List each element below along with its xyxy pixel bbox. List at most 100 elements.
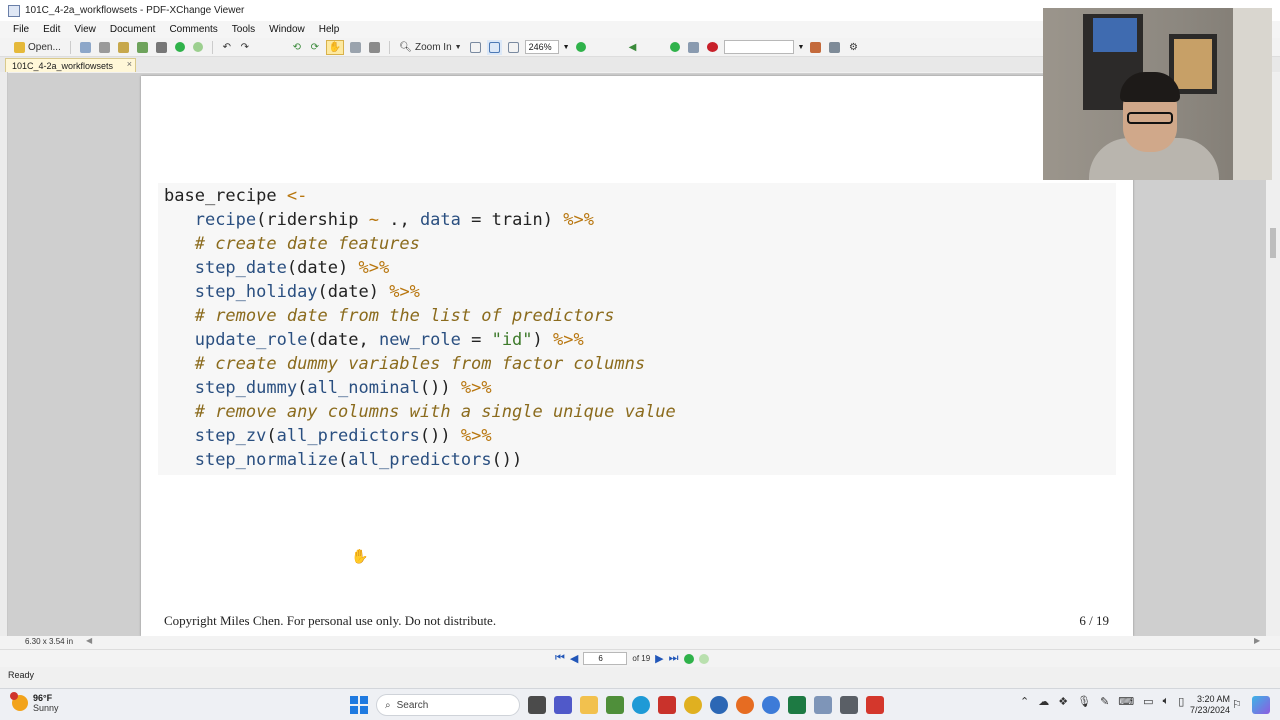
pdf-page[interactable]: base_recipe <- recipe(ridership ~ ., dat…	[141, 76, 1133, 636]
taskbar-clock[interactable]: 3:20 AM 7/23/2024	[1190, 694, 1230, 716]
acrobat-icon[interactable]	[658, 696, 676, 714]
current-page-input[interactable]: 6	[583, 652, 628, 665]
snapshot-button[interactable]	[367, 40, 382, 55]
weather-widget[interactable]: 96°F Sunny	[10, 692, 59, 713]
windows-start-icon[interactable]	[350, 696, 368, 714]
r-icon[interactable]	[710, 696, 728, 714]
properties-button[interactable]	[154, 40, 169, 55]
find-button[interactable]	[808, 40, 823, 55]
sign-button[interactable]	[686, 40, 701, 55]
undo-button[interactable]: ↶	[220, 40, 234, 55]
left-panel-strip[interactable]	[0, 72, 8, 662]
forward-view-icon[interactable]	[683, 653, 694, 664]
document-tab[interactable]: 101C_4-2a_workflowsets ×	[5, 58, 137, 72]
chevron-down-icon[interactable]: ▼	[563, 44, 570, 51]
scrollbar-thumb[interactable]	[1270, 228, 1276, 258]
webcam-person-glasses	[1127, 112, 1173, 124]
volume-icon[interactable]: 🔈︎	[1163, 695, 1170, 708]
actual-size-button[interactable]	[468, 40, 483, 55]
menu-file[interactable]: File	[13, 24, 29, 35]
rotate-left-button[interactable]: ⟲	[290, 40, 304, 55]
copilot-icon[interactable]	[1252, 696, 1270, 714]
firefox-icon[interactable]	[736, 696, 754, 714]
tab-close-icon[interactable]: ×	[127, 59, 132, 69]
zoom-go-button[interactable]	[574, 40, 588, 55]
page-footer-number: 6 / 19	[1079, 613, 1109, 628]
code-comment: # create dummy variables from factor col…	[194, 354, 646, 374]
pen-icon[interactable]: ✎	[1100, 695, 1109, 708]
notification-icon[interactable]: ⚐	[1232, 698, 1242, 711]
taskbar-search[interactable]: ⌕ Search	[376, 694, 520, 716]
onedrive-icon[interactable]: ☁	[1038, 695, 1049, 708]
rotate-right-icon: ⟳	[310, 41, 319, 53]
settings-button[interactable]: ⚙	[846, 40, 860, 55]
stamp-button[interactable]	[705, 40, 720, 55]
zoom-in-button[interactable]: 🔍︎ Zoom In ▼	[397, 40, 463, 55]
redo-icon: ↷	[240, 41, 249, 53]
sign-icon	[687, 41, 699, 53]
chevron-up-icon[interactable]: ⌃	[1020, 695, 1029, 708]
menu-edit[interactable]: Edit	[43, 24, 60, 35]
code-text: =	[460, 330, 492, 350]
zoom-level-field[interactable]: 246%	[524, 40, 559, 54]
menu-view[interactable]: View	[74, 24, 96, 35]
scroll-right-icon[interactable]: ▶	[1254, 636, 1260, 645]
notepad-icon[interactable]	[606, 696, 624, 714]
open-button[interactable]: Open...	[12, 40, 63, 55]
last-page-icon[interactable]: ⏭	[669, 652, 679, 665]
back-view-icon[interactable]	[698, 653, 709, 664]
fit-width-button[interactable]	[506, 40, 521, 55]
microphone-icon[interactable]: 🎙︎	[1077, 695, 1091, 708]
code-text: ())	[419, 426, 461, 446]
task-view-icon[interactable]	[528, 696, 546, 714]
find-field[interactable]	[723, 40, 794, 54]
stop-button[interactable]	[191, 40, 205, 55]
calculator-icon[interactable]	[840, 696, 858, 714]
code-line: step_zv(all_predictors()) %>%	[164, 426, 492, 446]
file-explorer-icon[interactable]	[580, 696, 598, 714]
edge-icon[interactable]	[632, 696, 650, 714]
forward-green-button[interactable]	[173, 40, 187, 55]
fit-page-button[interactable]	[486, 39, 502, 55]
code-operator: ~	[368, 210, 379, 230]
menu-comments[interactable]: Comments	[169, 24, 217, 35]
email-button[interactable]	[116, 40, 131, 55]
menu-help[interactable]: Help	[319, 24, 340, 35]
find-next-button[interactable]	[827, 40, 842, 55]
code-line: recipe(ridership ~ ., data = train) %>%	[164, 210, 594, 230]
chrome-icon[interactable]	[684, 696, 702, 714]
scan-button[interactable]	[135, 40, 150, 55]
code-text: (date,	[307, 330, 379, 350]
previous-page-icon[interactable]: ◀	[570, 652, 578, 665]
hand-tool-button[interactable]: ✋	[325, 39, 345, 55]
next-page-icon[interactable]: ▶	[655, 652, 663, 665]
print-button[interactable]	[97, 40, 112, 55]
next-view-button[interactable]	[668, 40, 682, 55]
excel-icon[interactable]	[788, 696, 806, 714]
menu-document[interactable]: Document	[110, 24, 156, 35]
previous-view-button[interactable]: ◀	[626, 40, 640, 55]
select-text-button[interactable]	[348, 40, 363, 55]
menu-tools[interactable]: Tools	[232, 24, 255, 35]
dropbox-icon[interactable]: ❖	[1058, 695, 1068, 708]
redo-button[interactable]: ↷	[238, 40, 252, 55]
keyboard-icon[interactable]: ⌨	[1118, 695, 1134, 708]
network-icon[interactable]: ▭	[1143, 695, 1153, 708]
taskbar-apps: ⌕ Search	[350, 694, 884, 716]
zoom-go-icon	[575, 42, 586, 52]
pdf-xchange-icon[interactable]	[814, 696, 832, 714]
zoom-app-icon[interactable]	[762, 696, 780, 714]
scroll-left-icon[interactable]: ◀	[86, 636, 92, 645]
code-operator: %>%	[358, 258, 390, 278]
snagit-icon[interactable]	[866, 696, 884, 714]
save-button[interactable]	[78, 40, 93, 55]
menu-window[interactable]: Window	[269, 24, 305, 35]
rotate-right-button[interactable]: ⟳	[308, 40, 322, 55]
chevron-down-icon[interactable]: ▼	[798, 44, 805, 51]
code-function: step_date	[194, 258, 287, 278]
teams-icon[interactable]	[554, 696, 572, 714]
first-page-icon[interactable]: ⏮	[555, 652, 565, 665]
battery-icon[interactable]: ▯	[1178, 695, 1184, 708]
